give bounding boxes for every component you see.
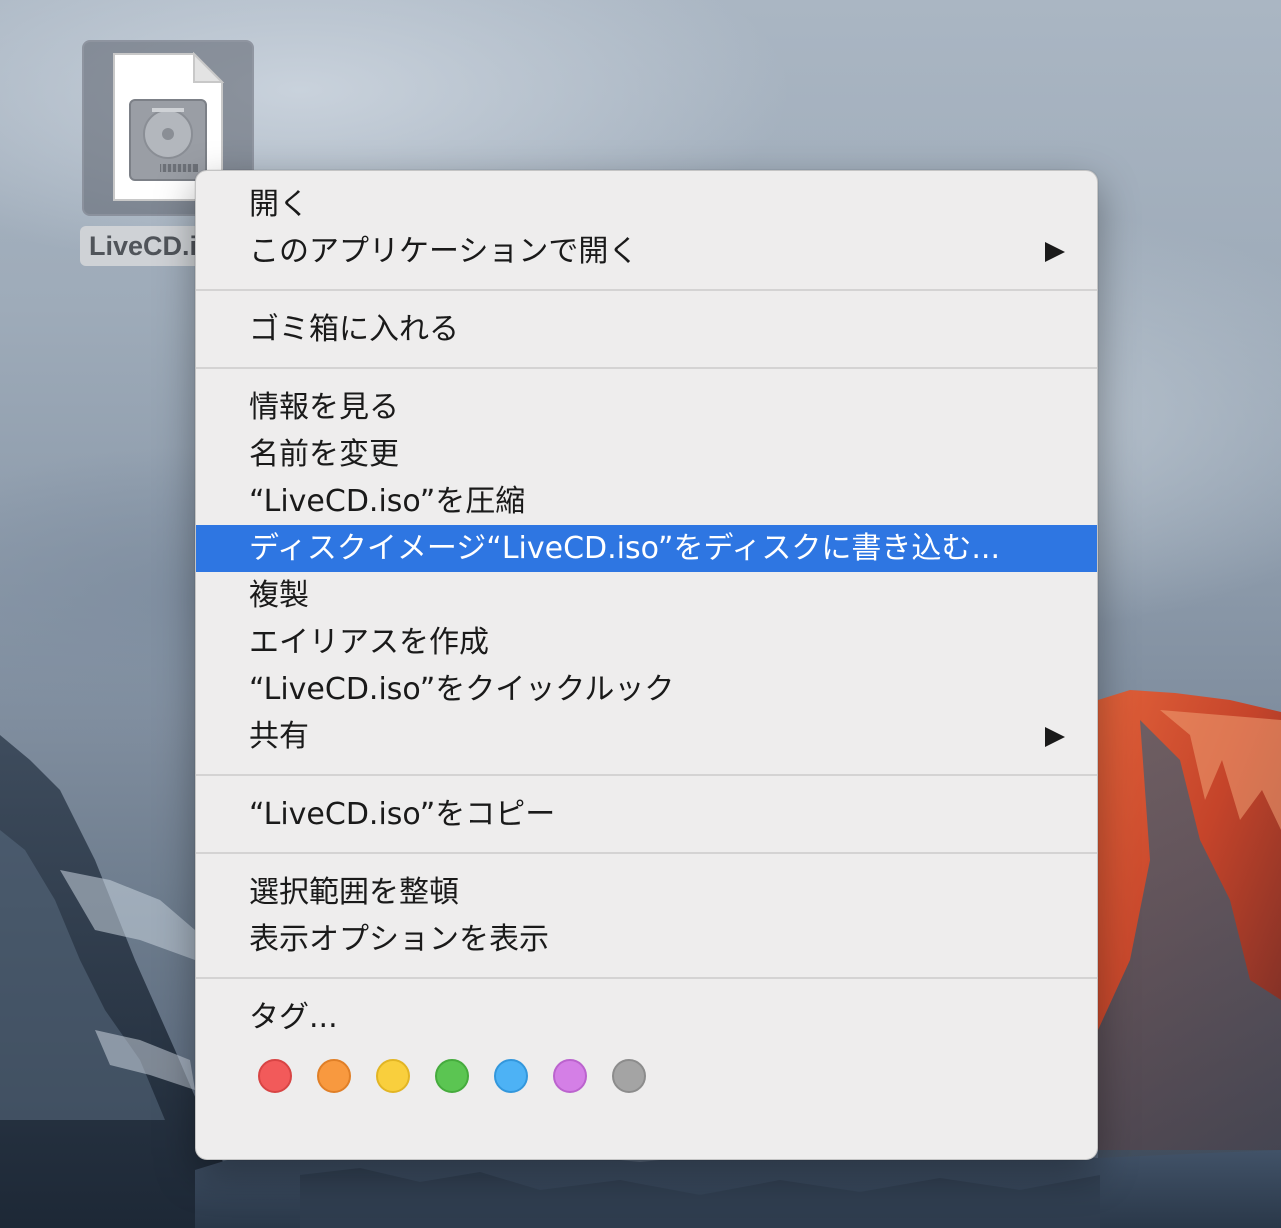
menu-item-label: “LiveCD.iso”をコピー [249,797,556,832]
menu-item-2-7[interactable]: 共有 [196,713,1097,760]
tag-yellow-dot[interactable] [376,1059,410,1093]
menu-item-2-0[interactable]: 情報を見る [196,384,1097,431]
menu-item-2-1[interactable]: 名前を変更 [196,431,1097,478]
menu-item-label: タグ... [249,1000,338,1035]
menu-item-label: “LiveCD.iso”をクイックルック [249,672,675,707]
menu-separator [196,977,1097,979]
tag-gray-dot[interactable] [612,1059,646,1093]
menu-separator [196,367,1097,369]
menu-item-label: 表示オプションを表示 [249,922,549,957]
menu-separator [196,289,1097,291]
tag-orange-dot[interactable] [317,1059,351,1093]
menu-item-label: エイリアスを作成 [249,625,489,660]
menu-item-0-0[interactable]: 開く [196,181,1097,228]
menu-item-1-0[interactable]: ゴミ箱に入れる [196,306,1097,353]
context-menu: 開くこのアプリケーションで開く ゴミ箱に入れる 情報を見る名前を変更 “LiveCD.… [195,170,1098,1160]
menu-item-label: 情報を見る [249,390,399,425]
menu-separator [196,774,1097,776]
menu-item-label: 選択範囲を整頓 [249,875,459,910]
submenu-arrow-icon [1045,727,1065,747]
submenu-arrow-icon [1045,242,1065,262]
tag-blue-dot[interactable] [494,1059,528,1093]
tag-color-row [196,1059,1097,1093]
menu-item-4-0[interactable]: 選択範囲を整頓 [196,869,1097,916]
menu-item-label: 名前を変更 [249,437,399,472]
menu-item-label: “LiveCD.iso”を圧縮 [249,484,526,519]
menu-item-3-0[interactable]: “LiveCD.iso”をコピー [196,791,1097,838]
file-name-label[interactable]: LiveCD.iso [80,226,210,266]
menu-item-4-1[interactable]: 表示オプションを表示 [196,916,1097,963]
menu-item-label: このアプリケーションで開く [249,234,639,269]
menu-item-label: ゴミ箱に入れる [249,312,459,347]
menu-item-2-2[interactable]: “LiveCD.iso”を圧縮 [196,478,1097,525]
menu-item-2-6[interactable]: “LiveCD.iso”をクイックルック [196,666,1097,713]
menu-item-label: ディスクイメージ“LiveCD.iso”をディスクに書き込む... [249,531,1000,566]
menu-item-5-0[interactable]: タグ... [196,994,1097,1041]
menu-item-0-1[interactable]: このアプリケーションで開く [196,228,1097,275]
menu-item-label: 複製 [249,578,309,613]
menu-item-label: 共有 [249,719,309,754]
menu-item-2-4[interactable]: 複製 [196,572,1097,619]
tag-red-dot[interactable] [258,1059,292,1093]
menu-item-2-3[interactable]: ディスクイメージ“LiveCD.iso”をディスクに書き込む... [196,525,1097,572]
menu-item-2-5[interactable]: エイリアスを作成 [196,619,1097,666]
menu-item-label: 開く [249,187,309,222]
tag-green-dot[interactable] [435,1059,469,1093]
tag-purple-dot[interactable] [553,1059,587,1093]
menu-separator [196,852,1097,854]
